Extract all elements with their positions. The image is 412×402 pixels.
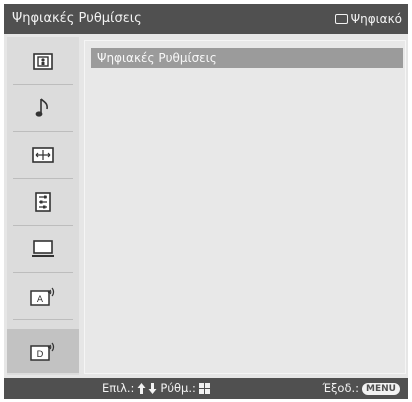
sidebar-item-analog[interactable]: A [7, 276, 79, 316]
settings-window: Ψηφιακές Ρυθμίσεις Ψηφιακό A D Ψηφιακές … [4, 4, 408, 399]
sidebar-divider [13, 272, 73, 273]
analog-antenna-icon: A [30, 287, 55, 306]
footer-hints: Επιλ.: Ρύθμ.: [102, 378, 210, 399]
svg-text:A: A [37, 295, 44, 305]
footer-bar: Επιλ.: Ρύθμ.: Έξοδ.: MENU [4, 378, 408, 399]
adjust-label: Ρύθμ.: [160, 381, 196, 395]
title-bar: Ψηφιακές Ρυθμίσεις Ψηφιακό [4, 4, 408, 34]
picture-icon [33, 52, 53, 70]
svg-text:D: D [37, 350, 44, 360]
select-label: Επιλ.: [102, 381, 135, 395]
pc-monitor-icon [32, 240, 54, 257]
enter-button-icon [198, 383, 210, 394]
menu-key-icon[interactable]: MENU [362, 382, 400, 395]
sidebar-divider [13, 225, 73, 226]
setup-list-icon [35, 192, 51, 212]
sidebar-item-digital[interactable]: D [7, 329, 79, 373]
input-indicator: Ψηφιακό [334, 4, 402, 34]
music-note-icon [35, 98, 48, 117]
sidebar-item-picture[interactable] [7, 41, 79, 81]
sidebar: A D [7, 37, 79, 375]
sidebar-divider [13, 131, 73, 132]
menu-item-digital-settings[interactable]: Ψηφιακές Ρυθμίσεις [91, 48, 403, 68]
screen-control-icon [32, 147, 54, 163]
sidebar-divider [13, 178, 73, 179]
exit-label: Έξοδ.: [322, 381, 360, 395]
main-panel: Ψηφιακές Ρυθμίσεις [84, 40, 406, 374]
sidebar-divider [13, 319, 73, 320]
digital-antenna-icon: D [30, 342, 55, 361]
page-title: Ψηφιακές Ρυθμίσεις [12, 11, 142, 26]
up-down-arrows-icon [137, 383, 157, 394]
footer-exit: Έξοδ.: MENU [322, 378, 400, 399]
input-label: Ψηφιακό [350, 12, 402, 26]
sidebar-item-sound[interactable] [7, 88, 79, 128]
sidebar-item-setup[interactable] [7, 182, 79, 222]
tv-input-icon [334, 14, 348, 24]
sidebar-item-pc[interactable] [7, 229, 79, 269]
sidebar-item-screen[interactable] [7, 135, 79, 175]
sidebar-divider [13, 84, 73, 85]
